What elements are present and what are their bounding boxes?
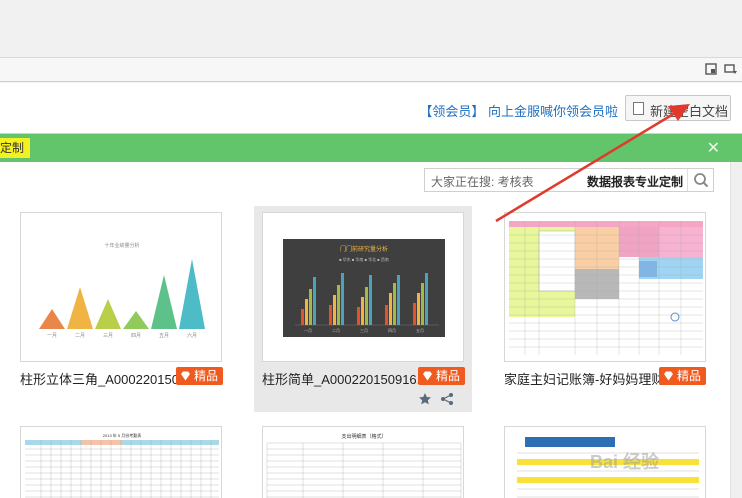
annotation-arrow (495, 104, 690, 223)
app-window: 【领会员】 向上金服喊你领会员啦 新建空白文档 定制 ✕ 大家正在搜: 考核表 … (0, 0, 742, 498)
watermark: Bai 经验 (590, 452, 660, 472)
